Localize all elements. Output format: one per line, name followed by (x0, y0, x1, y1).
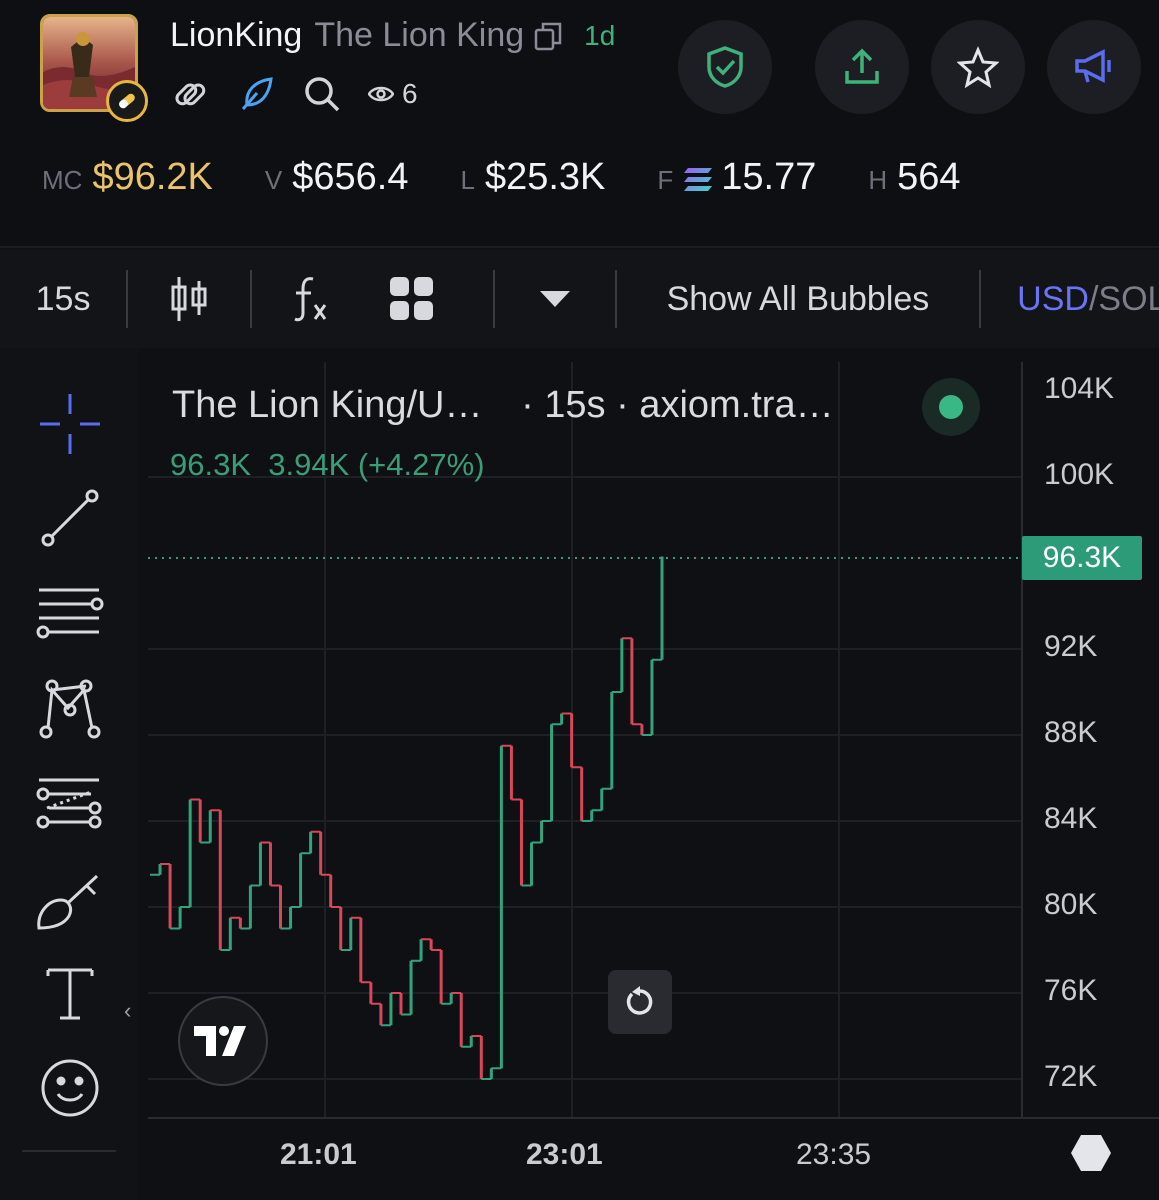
live-status-indicator (922, 378, 980, 436)
x-tick-label: 23:35 (796, 1138, 872, 1171)
current-price-tag: 96.3K (1022, 536, 1142, 580)
y-tick-label: 84K (1044, 802, 1098, 835)
y-tick-label: 104K (1044, 372, 1115, 405)
y-tick-label: 80K (1044, 888, 1098, 921)
chart-settings-button[interactable] (1070, 1134, 1112, 1177)
reset-chart-button[interactable] (608, 970, 672, 1034)
chart-legend-values: 96.3K 3.94K (+4.27%) (170, 447, 485, 482)
y-tick-label: 92K (1044, 630, 1098, 663)
chart-legend-title: The Lion King/U… · 15s · axiom.tra… (172, 384, 834, 427)
hexagon-settings-icon (1071, 1135, 1111, 1171)
tradingview-icon (194, 1026, 246, 1056)
reset-rotate-icon (626, 986, 653, 1015)
x-tick-label: 23:01 (526, 1138, 603, 1171)
live-dot-icon (939, 395, 963, 419)
price-chart[interactable] (0, 0, 1159, 1200)
x-tick-label: 21:01 (280, 1138, 357, 1171)
y-tick-label: 88K (1044, 716, 1098, 749)
y-tick-label: 72K (1044, 1060, 1098, 1093)
tradingview-logo[interactable] (178, 996, 268, 1086)
legend-meta: · 15s · axiom.tra… (521, 384, 834, 426)
legend-symbol: The Lion King/U… (172, 384, 483, 426)
y-tick-label: 100K (1044, 458, 1115, 491)
y-tick-label: 76K (1044, 974, 1098, 1007)
